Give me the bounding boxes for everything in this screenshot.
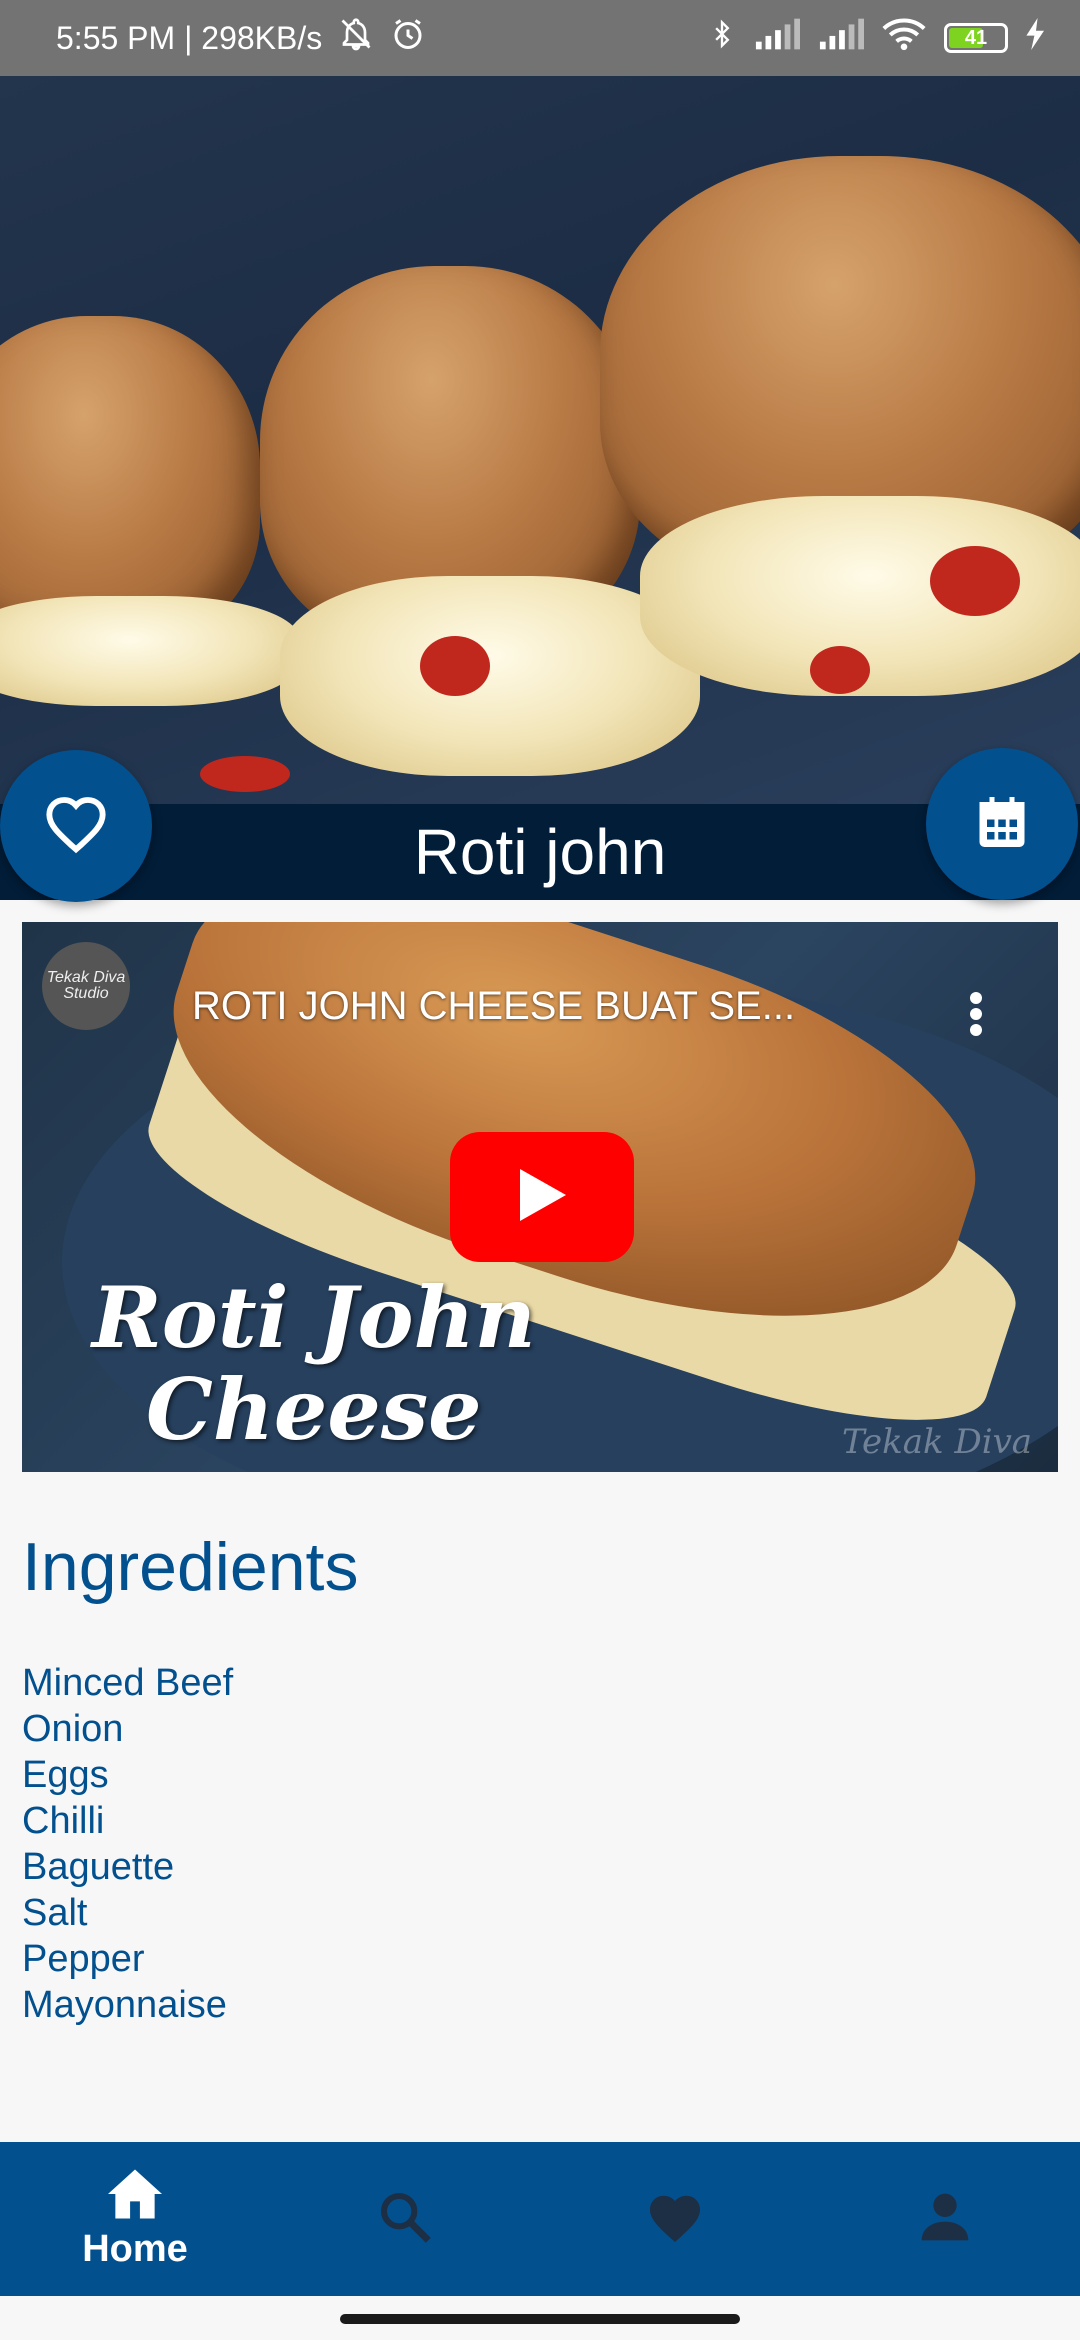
recipe-title: Roti john [413,816,667,888]
ingredients-list: Minced Beef Onion Eggs Chilli Baguette S… [22,1660,233,2028]
food-photo-part [200,756,290,792]
bottom-navigation: Home [0,2142,1080,2296]
status-left: 5:55 PM | 298KB/s [56,16,426,60]
alarm-icon [390,16,426,60]
nav-item-profile[interactable] [810,2142,1080,2296]
youtube-video-embed[interactable]: Tekak Diva Studio ROTI JOHN CHEESE BUAT … [22,922,1058,1472]
nav-item-favorites[interactable] [540,2142,810,2296]
status-time: 5:55 PM | 298KB/s [56,19,323,56]
favorite-button[interactable] [0,750,152,902]
mute-icon [336,16,376,60]
calendar-button[interactable] [926,748,1078,900]
heart-icon [645,2189,705,2250]
channel-avatar[interactable]: Tekak Diva Studio [42,942,130,1030]
video-overlay-line1: Roti John [92,1268,536,1367]
ingredient-item: Salt [22,1892,88,1934]
ingredients-heading: Ingredients [22,1529,359,1605]
signal-icon [754,18,800,58]
video-overlay-text: Roti John Cheese [92,1272,536,1456]
search-icon [377,2189,433,2250]
ingredient-item: Mayonnaise [22,1984,227,2026]
nav-label-home: Home [82,2228,188,2270]
ingredient-item: Baguette [22,1846,175,1888]
wifi-icon [882,17,926,59]
charging-icon [1026,18,1046,58]
more-vert-icon[interactable] [968,990,984,1043]
status-bar: 5:55 PM | 298KB/s 41 [0,0,1080,76]
calendar-icon [972,792,1032,857]
recipe-hero-image [0,76,1080,804]
food-photo-part [810,646,870,694]
food-photo-part [420,636,490,696]
food-photo-part [930,546,1020,616]
heart-outline-icon [44,794,108,859]
ingredient-item: Onion [22,1708,124,1750]
food-photo-part [280,576,700,776]
status-right: 41 [708,16,1046,60]
video-overlay-line2: Cheese [146,1360,482,1459]
home-icon [105,2167,165,2226]
person-icon [917,2189,973,2250]
food-photo-part [0,596,300,706]
nav-item-search[interactable] [270,2142,540,2296]
ingredient-item: Eggs [22,1754,109,1796]
battery-level: 41 [964,26,988,49]
home-indicator[interactable] [340,2314,740,2324]
recipe-title-band: Roti john [0,804,1080,900]
video-watermark: Tekak Diva [842,1422,1033,1462]
signal-icon-2 [818,18,864,58]
play-icon [516,1167,568,1228]
battery-icon: 41 [944,23,1008,53]
bluetooth-icon [708,16,736,60]
play-button[interactable] [450,1132,634,1262]
video-title[interactable]: ROTI JOHN CHEESE BUAT SE... [192,984,912,1029]
nav-item-home[interactable]: Home [0,2142,270,2296]
ingredient-item: Minced Beef [22,1662,234,1704]
ingredient-item: Pepper [22,1938,145,1980]
ingredient-item: Chilli [22,1800,105,1842]
